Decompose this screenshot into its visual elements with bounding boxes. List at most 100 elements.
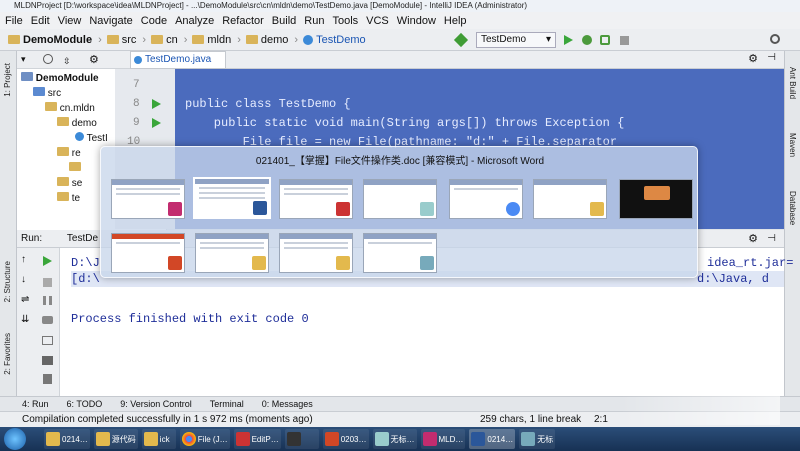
window-thumbnail[interactable] bbox=[533, 179, 607, 219]
wrap-icon[interactable]: ⇌ bbox=[21, 294, 29, 305]
taskbar-item[interactable]: 0214… bbox=[469, 429, 516, 449]
print-icon[interactable] bbox=[42, 356, 53, 365]
window-thumbnail[interactable] bbox=[279, 179, 353, 219]
taskbar-item[interactable]: 无标 bbox=[519, 429, 556, 449]
taskbar-item[interactable]: 无标… bbox=[372, 429, 417, 449]
folder-icon bbox=[151, 35, 164, 44]
debug-icon[interactable] bbox=[582, 35, 592, 45]
run-tab[interactable]: TestDe bbox=[67, 233, 98, 244]
structure-tool-button[interactable]: 2: Structure bbox=[3, 261, 12, 302]
gear-icon[interactable]: ⚙ bbox=[89, 53, 99, 66]
menu-edit[interactable]: Edit bbox=[30, 15, 51, 27]
window-thumbnail[interactable] bbox=[111, 179, 185, 219]
project-tool-button[interactable]: 1: Project bbox=[3, 63, 12, 97]
delete-icon[interactable] bbox=[43, 374, 52, 384]
window-thumbnail[interactable] bbox=[193, 177, 271, 219]
search-icon[interactable] bbox=[770, 34, 780, 44]
menu-navigate[interactable]: Navigate bbox=[88, 15, 133, 27]
package-icon bbox=[57, 147, 69, 156]
stop-icon[interactable] bbox=[43, 278, 52, 287]
window-thumbnail[interactable] bbox=[449, 179, 523, 219]
taskbar-item[interactable]: 0214… bbox=[44, 429, 90, 449]
taskbar-item[interactable]: ick bbox=[141, 429, 176, 449]
ant-build-tool-button[interactable]: Ant Build bbox=[788, 67, 797, 99]
right-tool-strip: Ant Build Maven Database bbox=[784, 51, 800, 396]
taskbar-item[interactable] bbox=[284, 429, 319, 449]
gear-icon[interactable]: ⚙ bbox=[748, 52, 758, 65]
database-tool-button[interactable]: Database bbox=[788, 191, 797, 225]
status-cursor-position[interactable]: 2:1 bbox=[594, 412, 608, 427]
maven-tool-button[interactable]: Maven bbox=[788, 133, 797, 157]
taskbar-item[interactable]: EditP… bbox=[233, 429, 281, 449]
tool-tab-terminal[interactable]: Terminal bbox=[210, 399, 244, 409]
code-line: public static void main(String args[]) t… bbox=[185, 116, 625, 130]
paint-icon bbox=[420, 256, 434, 270]
tool-tab-todo[interactable]: 6: TODO bbox=[67, 399, 103, 409]
window-thumbnail[interactable] bbox=[195, 233, 269, 273]
pin-icon[interactable]: ⊣ bbox=[767, 230, 776, 248]
menu-window[interactable]: Window bbox=[396, 15, 437, 27]
tool-tab-run[interactable]: 4: Run bbox=[22, 399, 49, 409]
rerun-icon[interactable] bbox=[43, 256, 52, 266]
menu-bar: File Edit View Navigate Code Analyze Ref… bbox=[0, 12, 800, 29]
menu-tools[interactable]: Tools bbox=[331, 15, 359, 27]
breadcrumb-class[interactable]: TestDemo bbox=[303, 34, 366, 46]
window-thumbnail[interactable] bbox=[279, 233, 353, 273]
breadcrumb-mldn[interactable]: mldn bbox=[192, 34, 231, 46]
breadcrumb-demo[interactable]: demo bbox=[245, 34, 288, 46]
run-gutter-icon[interactable] bbox=[152, 118, 161, 128]
console-line: D:\J bbox=[71, 256, 100, 270]
class-icon bbox=[134, 56, 142, 64]
windows-start-button[interactable] bbox=[4, 428, 26, 450]
left-run-tools: ↑ ↓ ⇌ ⇊ bbox=[17, 248, 36, 396]
taskbar-item[interactable]: File (J… bbox=[179, 429, 230, 449]
package-icon bbox=[57, 117, 69, 126]
collapse-icon[interactable]: ⇳ bbox=[63, 56, 71, 67]
breadcrumb-cn[interactable]: cn bbox=[151, 34, 178, 46]
favorites-tool-button[interactable]: 2: Favorites bbox=[3, 333, 12, 375]
module-folder-icon bbox=[21, 72, 33, 81]
windows-taskbar: 0214… 源代码 ick File (J… EditP… 0203… 无标… … bbox=[0, 427, 800, 451]
pause-icon[interactable] bbox=[43, 296, 52, 305]
tool-tab-version-control[interactable]: 9: Version Control bbox=[120, 399, 192, 409]
up-arrow-icon[interactable]: ↑ bbox=[21, 254, 26, 265]
down-arrow-icon[interactable]: ↓ bbox=[21, 274, 26, 285]
menu-run[interactable]: Run bbox=[303, 15, 325, 27]
gear-icon[interactable]: ⚙ bbox=[748, 230, 758, 248]
folder-icon bbox=[336, 256, 350, 270]
menu-help[interactable]: Help bbox=[443, 15, 468, 27]
run-gutter-icon[interactable] bbox=[152, 99, 161, 109]
menu-refactor[interactable]: Refactor bbox=[221, 15, 265, 27]
pin-icon[interactable]: ⊣ bbox=[767, 52, 776, 63]
menu-analyze[interactable]: Analyze bbox=[174, 15, 215, 27]
restore-icon[interactable] bbox=[42, 336, 53, 345]
tool-tab-messages[interactable]: 0: Messages bbox=[262, 399, 313, 409]
breadcrumb-module[interactable]: DemoModule bbox=[8, 34, 92, 46]
window-thumbnail[interactable] bbox=[619, 179, 693, 219]
menu-code[interactable]: Code bbox=[140, 15, 168, 27]
run-configuration-select[interactable]: TestDemo ▾ bbox=[476, 32, 556, 48]
taskbar-item[interactable]: 源代码 bbox=[93, 429, 138, 449]
class-icon bbox=[303, 34, 314, 45]
line-number: 9 bbox=[133, 117, 140, 129]
taskbar-item[interactable]: 0203… bbox=[322, 429, 369, 449]
menu-file[interactable]: File bbox=[4, 15, 24, 27]
breadcrumb-src[interactable]: src bbox=[106, 34, 136, 46]
window-thumbnail[interactable] bbox=[363, 179, 437, 219]
coverage-icon[interactable] bbox=[600, 35, 610, 45]
scroll-end-icon[interactable]: ⇊ bbox=[21, 314, 29, 325]
notepad-icon bbox=[420, 202, 434, 216]
menu-view[interactable]: View bbox=[57, 15, 83, 27]
taskbar-item[interactable]: MLD… bbox=[420, 429, 466, 449]
target-icon[interactable] bbox=[43, 54, 53, 64]
menu-build[interactable]: Build bbox=[271, 15, 297, 27]
chevron-down-icon[interactable]: ▾ bbox=[21, 54, 26, 65]
chrome-icon bbox=[506, 202, 520, 216]
editor-tab-testdemo[interactable]: TestDemo.java bbox=[130, 51, 226, 69]
window-thumbnail[interactable] bbox=[363, 233, 437, 273]
camera-icon[interactable] bbox=[42, 316, 53, 324]
window-thumbnail[interactable] bbox=[111, 233, 185, 273]
stop-icon[interactable] bbox=[620, 36, 629, 45]
menu-vcs[interactable]: VCS bbox=[365, 15, 390, 27]
run-icon[interactable] bbox=[564, 35, 573, 45]
